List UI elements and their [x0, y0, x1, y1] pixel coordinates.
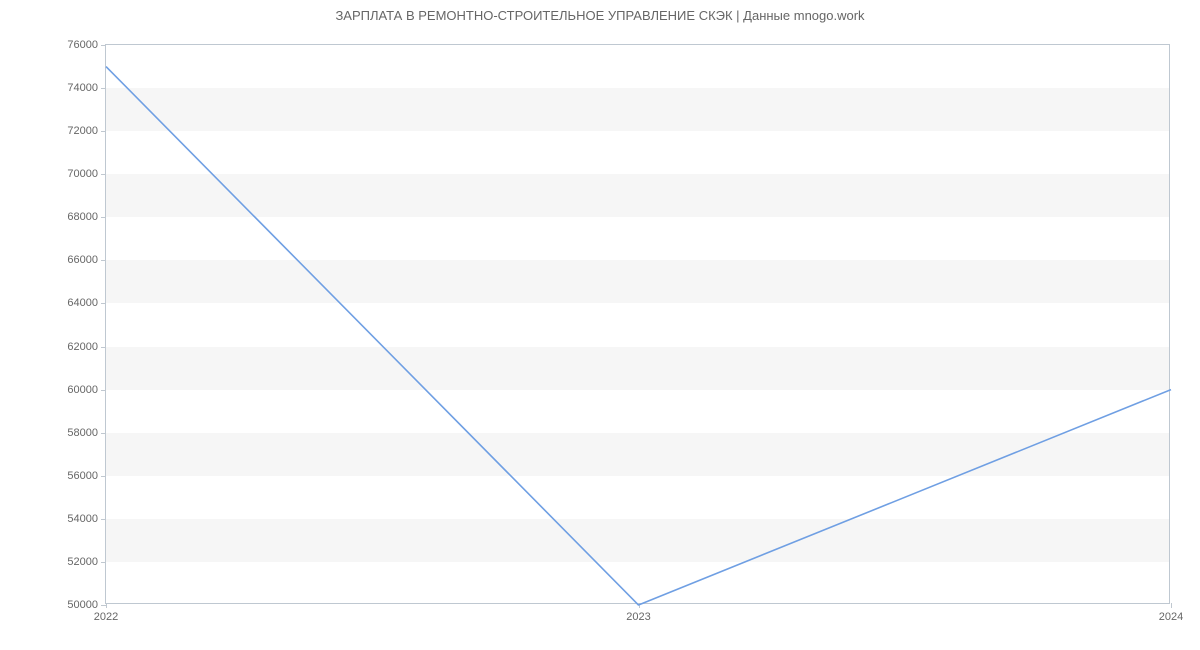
- chart-title: ЗАРПЛАТА В РЕМОНТНО-СТРОИТЕЛЬНОЕ УПРАВЛЕ…: [0, 8, 1200, 23]
- chart-container: ЗАРПЛАТА В РЕМОНТНО-СТРОИТЕЛЬНОЕ УПРАВЛЕ…: [0, 0, 1200, 650]
- plot-area: 5000052000540005600058000600006200064000…: [105, 44, 1170, 604]
- line-series: [106, 45, 1171, 605]
- x-tick-mark: [1171, 603, 1172, 608]
